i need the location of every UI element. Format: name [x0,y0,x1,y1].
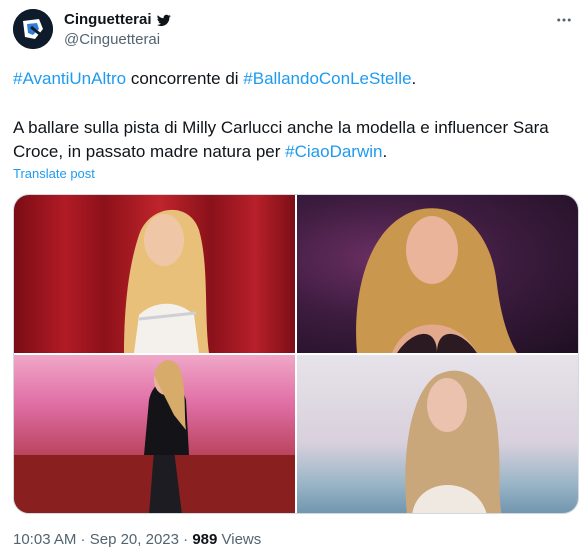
tweet-card: Cinguetterai @Cinguetterai #AvantiUnAltr… [0,0,588,558]
views-count: 989 [192,531,218,548]
author-name[interactable]: Cinguetterai [64,11,152,29]
views-label: Views [217,531,262,548]
photo-2[interactable] [297,195,578,353]
separator: · [76,531,90,548]
media-grid [13,194,579,514]
photo-1[interactable] [14,195,295,353]
hashtag-ciaodarwin[interactable]: #CiaoDarwin [285,142,382,161]
tweet-text: . [382,142,388,161]
photo-4-image [405,370,502,513]
hashtag-avantiunaltro[interactable]: #AvantiUnAltro [13,69,126,88]
tweet-time[interactable]: 10:03 AM [13,531,76,548]
tweet-text-line-1: #AvantiUnAltro concorrente di #BallandoC… [13,68,416,90]
author-handle[interactable]: @Cinguetterai [64,31,160,49]
avatar-logo [13,9,53,49]
tweet-text: concorrente di [126,69,244,88]
bird-icon [156,14,171,27]
tweet-text: . [411,69,417,88]
tweet-text: Croce, in passato madre natura per [13,142,286,161]
hashtag-ballandoconlestelle[interactable]: #BallandoConLeStelle [243,69,411,88]
tweet-meta: 10:03 AM · Sep 20, 2023 · 989 Views [13,531,261,549]
more-options-button[interactable] [552,8,576,32]
tweet-text-line-3: Croce, in passato madre natura per #Ciao… [13,141,387,163]
translate-post-link[interactable]: Translate post [13,166,95,182]
avatar[interactable] [13,9,53,49]
photo-3-image [14,360,295,513]
more-icon [557,18,571,22]
photo-1-image [124,209,209,353]
author-name-row[interactable]: Cinguetterai [64,11,171,29]
tweet-date[interactable]: Sep 20, 2023 [90,531,179,548]
tweet-text-line-2: A ballare sulla pista di Milly Carlucci … [13,118,549,137]
photo-4[interactable] [297,355,578,513]
photo-2-image [356,208,517,353]
separator: · [178,531,193,548]
photo-3[interactable] [14,355,295,513]
